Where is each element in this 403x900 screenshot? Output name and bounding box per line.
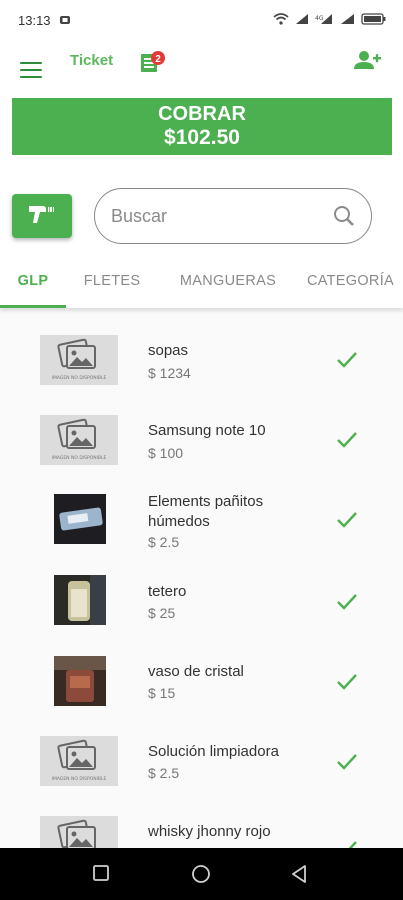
product-list: IMAGEN NO DISPONIBLE sopas $ 1234 IMAGEN… [0, 308, 403, 848]
search-input[interactable] [111, 203, 321, 229]
checkmark-icon [336, 351, 358, 369]
tab-glp[interactable]: GLP [0, 262, 66, 308]
placeholder-image-text: IMAGEN NO DISPONIBLE [52, 455, 107, 461]
product-name: whisky jhonny rojo [148, 823, 271, 840]
menu-icon[interactable] [20, 62, 42, 78]
tab-categoria[interactable]: CATEGORÍA [298, 262, 403, 308]
list-item[interactable]: IMAGEN NO DISPONIBLE sopas $ 1234 [0, 308, 403, 388]
image-placeholder-icon: IMAGEN NO DISPONIBLE [40, 736, 118, 786]
product-name: tetero [148, 583, 187, 600]
signal-icon-2: 4G [315, 13, 333, 27]
signal-icon-3 [339, 13, 355, 27]
search-box[interactable] [94, 188, 372, 244]
product-name: vaso de cristal [148, 663, 244, 680]
checkmark-icon [336, 593, 358, 611]
product-price: $ 15 [148, 685, 176, 701]
ticket-tab[interactable]: Ticket [70, 52, 113, 69]
battery-icon [361, 13, 387, 27]
barcode-scan-button[interactable] [12, 194, 72, 238]
list-item[interactable]: vaso de cristal $ 15 [0, 628, 403, 708]
image-placeholder-icon: IMAGEN NO DISPONIBLE [40, 415, 118, 465]
checkmark-icon [336, 840, 358, 848]
product-photo [54, 575, 106, 625]
product-photo [54, 494, 106, 544]
search-icon[interactable] [333, 205, 355, 227]
circle-nav-icon[interactable] [191, 864, 211, 889]
status-bar: 13:13 4G [0, 0, 403, 40]
cobrar-button[interactable]: COBRAR $102.50 [12, 98, 392, 155]
product-price: $ 2.5 [148, 765, 180, 781]
image-placeholder-icon [40, 816, 118, 848]
product-price: $ 25 [148, 605, 176, 621]
list-item[interactable]: tetero $ 25 [0, 548, 403, 628]
image-placeholder-icon: IMAGEN NO DISPONIBLE [40, 335, 118, 385]
product-name: Elements pañitos húmedos [148, 493, 264, 530]
ticket-list-icon[interactable]: 2 [140, 50, 165, 74]
product-photo [54, 656, 106, 706]
tab-mangueras[interactable]: MANGUERAS [158, 262, 298, 308]
svg-text:4G: 4G [315, 15, 324, 22]
checkmark-icon [336, 673, 358, 691]
wifi-icon [273, 13, 289, 27]
square-nav-icon[interactable] [92, 864, 110, 887]
list-item[interactable]: IMAGEN NO DISPONIBLE Samsung note 10 $ 1… [0, 388, 403, 468]
product-name: Samsung note 10 [148, 422, 266, 439]
product-price: $ 1234 [148, 365, 191, 381]
status-time: 13:13 [18, 12, 51, 28]
checkmark-icon [336, 511, 358, 529]
barcode-scanner-icon [28, 203, 56, 230]
checkmark-icon [336, 431, 358, 449]
cobrar-label: COBRAR [158, 103, 246, 125]
product-name: sopas [148, 342, 189, 359]
system-nav-bar [0, 848, 403, 900]
tab-fletes[interactable]: FLETES [66, 262, 158, 308]
checkmark-icon [336, 753, 358, 771]
list-item[interactable]: IMAGEN NO DISPONIBLE Solución limpiadora… [0, 708, 403, 788]
cobrar-amount: $102.50 [164, 126, 240, 149]
placeholder-image-text: IMAGEN NO DISPONIBLE [52, 776, 107, 782]
product-price: $ 100 [148, 445, 184, 461]
signal-icon-1 [295, 13, 309, 27]
category-tabs: GLP FLETES MANGUERAS CATEGORÍA [0, 262, 403, 308]
placeholder-image-text: IMAGEN NO DISPONIBLE [52, 375, 107, 381]
list-item[interactable]: Elements pañitos húmedos $ 2.5 [0, 468, 403, 550]
list-item[interactable]: whisky jhonny rojo [0, 788, 403, 848]
add-person-icon[interactable] [353, 50, 381, 72]
notification-icon [59, 13, 71, 28]
triangle-back-icon[interactable] [290, 864, 308, 889]
ticket-badge-count: 2 [155, 54, 161, 65]
app-bar: Ticket 2 [0, 40, 403, 96]
product-name: Solución limpiadora [148, 743, 279, 760]
